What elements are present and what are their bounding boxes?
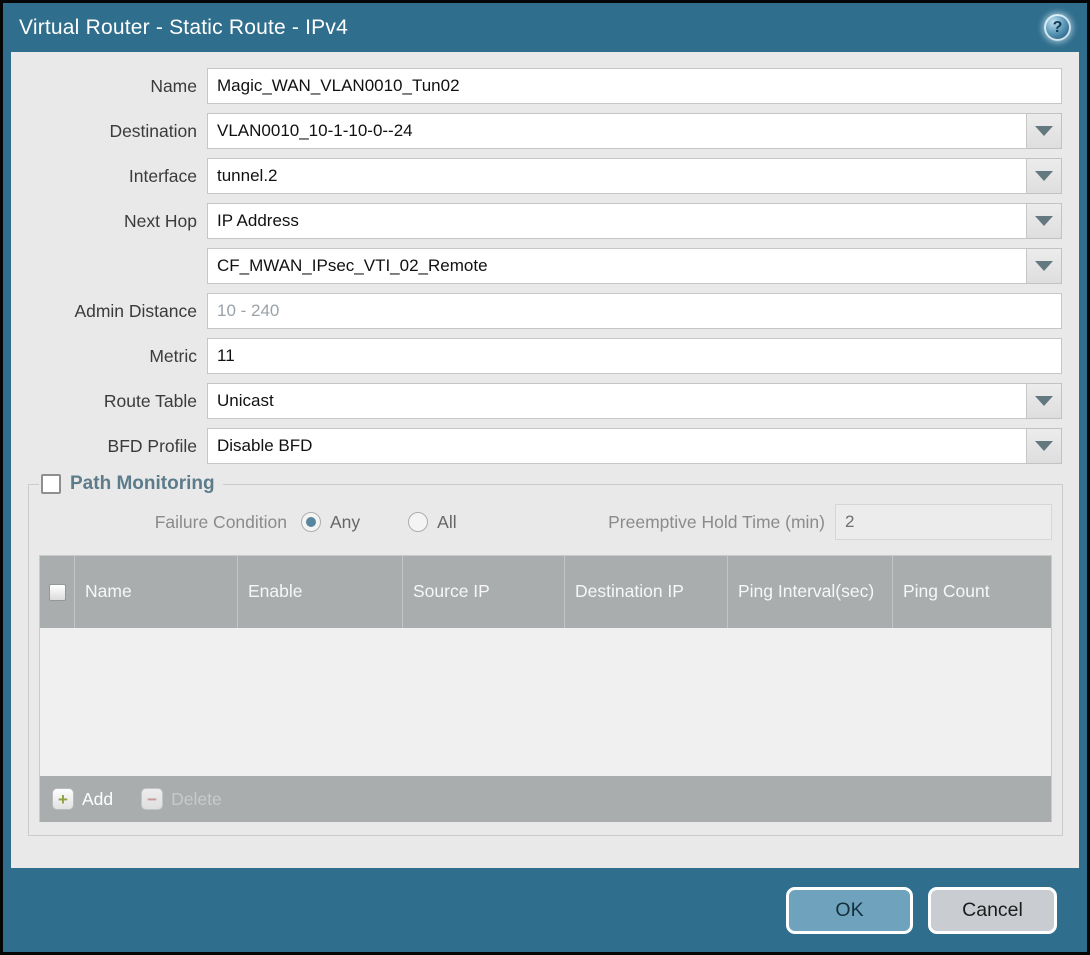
- column-header-name[interactable]: Name: [75, 556, 238, 628]
- add-button-label: Add: [82, 789, 113, 810]
- form-row-next-hop: Next Hop: [11, 203, 1062, 239]
- bfd-profile-input[interactable]: [207, 428, 1027, 464]
- path-monitoring-section: Path Monitoring Failure Condition Any Al…: [28, 473, 1063, 836]
- path-monitoring-legend: Path Monitoring: [39, 473, 223, 495]
- column-header-enable[interactable]: Enable: [238, 556, 403, 628]
- next-hop-address-input[interactable]: [207, 248, 1027, 284]
- radio-any[interactable]: [301, 512, 321, 532]
- radio-all-label: All: [437, 512, 456, 533]
- form-row-interface: Interface: [11, 158, 1062, 194]
- dialog-footer: OK Cancel: [3, 868, 1087, 952]
- destination-input[interactable]: [207, 113, 1027, 149]
- route-table-label: Route Table: [11, 391, 207, 412]
- failure-condition-label: Failure Condition: [39, 512, 301, 533]
- dialog-titlebar: Virtual Router - Static Route - IPv4 ?: [3, 3, 1087, 52]
- add-button[interactable]: + Add: [52, 788, 113, 810]
- table-body-empty: [40, 628, 1051, 776]
- chevron-down-icon: [1035, 396, 1053, 406]
- column-header-ping-interval[interactable]: Ping Interval(sec): [728, 556, 893, 628]
- ok-button[interactable]: OK: [786, 887, 913, 934]
- interface-label: Interface: [11, 166, 207, 187]
- select-all-checkbox[interactable]: [49, 584, 66, 601]
- failure-condition-any-option: Any: [301, 512, 360, 533]
- form-row-admin-distance: Admin Distance: [11, 293, 1062, 329]
- path-monitoring-title: Path Monitoring: [70, 473, 215, 495]
- form-row-next-hop-address: [11, 248, 1062, 284]
- destination-dropdown-button[interactable]: [1027, 113, 1062, 149]
- help-icon[interactable]: ?: [1044, 14, 1071, 41]
- path-monitoring-table: Name Enable Source IP Destination IP Pin…: [39, 555, 1052, 822]
- name-input[interactable]: [207, 68, 1062, 104]
- minus-icon: −: [141, 788, 163, 810]
- form-row-name: Name: [11, 68, 1062, 104]
- interface-dropdown-button[interactable]: [1027, 158, 1062, 194]
- dialog-content: Name Destination Interface Next Hop: [11, 52, 1079, 868]
- chevron-down-icon: [1035, 216, 1053, 226]
- table-header-row: Name Enable Source IP Destination IP Pin…: [40, 556, 1051, 628]
- chevron-down-icon: [1035, 126, 1053, 136]
- metric-input[interactable]: [207, 338, 1062, 374]
- delete-button-label: Delete: [171, 789, 222, 810]
- next-hop-address-dropdown-button[interactable]: [1027, 248, 1062, 284]
- table-footer-toolbar: + Add − Delete: [40, 776, 1051, 822]
- column-header-destination-ip[interactable]: Destination IP: [565, 556, 728, 628]
- column-header-ping-count[interactable]: Ping Count: [893, 556, 1051, 628]
- next-hop-dropdown-button[interactable]: [1027, 203, 1062, 239]
- column-header-source-ip[interactable]: Source IP: [403, 556, 565, 628]
- bfd-profile-label: BFD Profile: [11, 436, 207, 457]
- cancel-button[interactable]: Cancel: [928, 887, 1057, 934]
- failure-condition-all-option: All: [408, 512, 456, 533]
- route-table-dropdown-button[interactable]: [1027, 383, 1062, 419]
- radio-all[interactable]: [408, 512, 428, 532]
- admin-distance-input[interactable]: [207, 293, 1062, 329]
- path-monitoring-checkbox[interactable]: [41, 474, 61, 494]
- bfd-profile-dropdown-button[interactable]: [1027, 428, 1062, 464]
- name-label: Name: [11, 76, 207, 97]
- dialog-title: Virtual Router - Static Route - IPv4: [19, 16, 1044, 40]
- delete-button[interactable]: − Delete: [141, 788, 222, 810]
- chevron-down-icon: [1035, 441, 1053, 451]
- form-row-bfd-profile: BFD Profile: [11, 428, 1062, 464]
- chevron-down-icon: [1035, 171, 1053, 181]
- route-table-input[interactable]: [207, 383, 1027, 419]
- interface-input[interactable]: [207, 158, 1027, 194]
- admin-distance-label: Admin Distance: [11, 301, 207, 322]
- destination-label: Destination: [11, 121, 207, 142]
- form-row-metric: Metric: [11, 338, 1062, 374]
- metric-label: Metric: [11, 346, 207, 367]
- preemptive-hold-time-label: Preemptive Hold Time (min): [608, 512, 825, 533]
- form-row-route-table: Route Table: [11, 383, 1062, 419]
- chevron-down-icon: [1035, 261, 1053, 271]
- failure-condition-row: Failure Condition Any All Preemptive Hol…: [39, 503, 1052, 541]
- table-header-checkbox-cell: [40, 556, 75, 628]
- preemptive-hold-time-input[interactable]: [835, 504, 1052, 540]
- next-hop-type-input[interactable]: [207, 203, 1027, 239]
- static-route-dialog: Virtual Router - Static Route - IPv4 ? N…: [0, 0, 1090, 955]
- form-row-destination: Destination: [11, 113, 1062, 149]
- radio-any-label: Any: [330, 512, 360, 533]
- next-hop-label: Next Hop: [11, 211, 207, 232]
- plus-icon: +: [52, 788, 74, 810]
